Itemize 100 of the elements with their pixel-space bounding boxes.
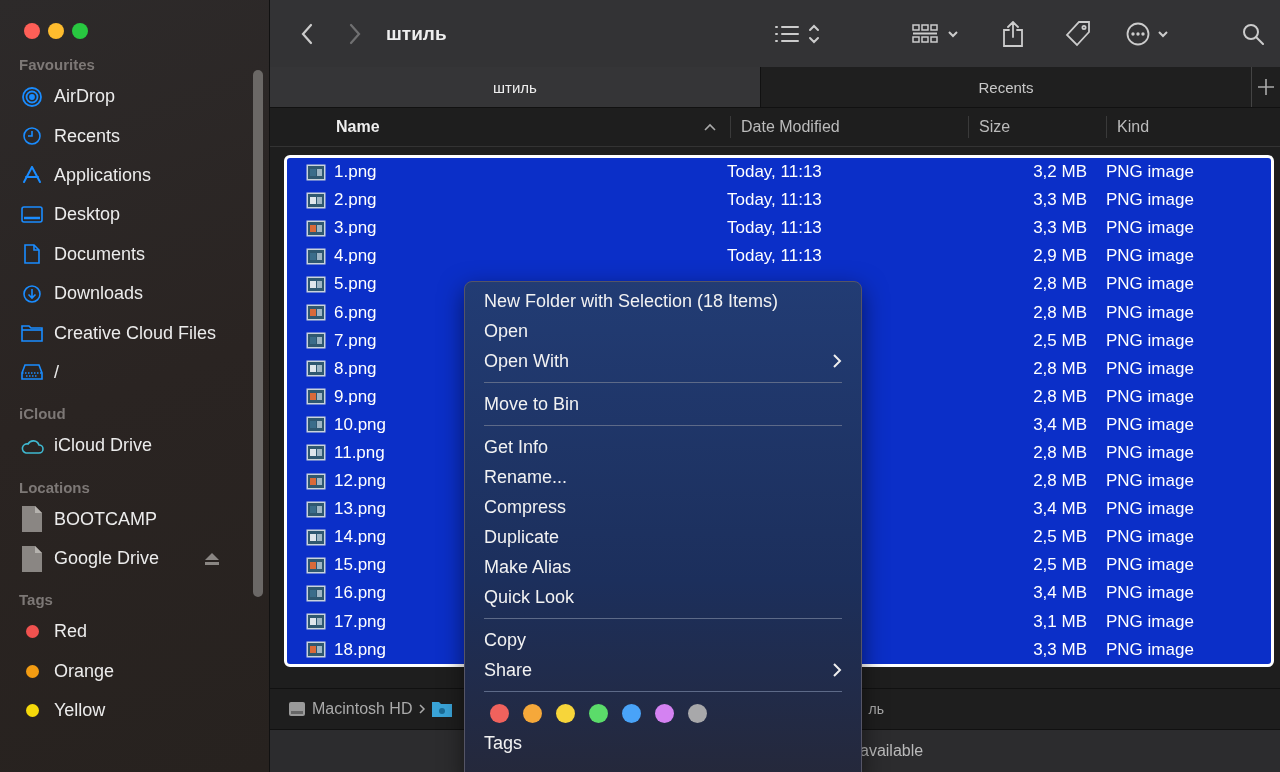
file-name[interactable]: 3.png (334, 218, 377, 239)
menu-item[interactable]: Duplicate (484, 522, 842, 552)
file-name[interactable]: 15.png (334, 555, 386, 576)
minimize-button[interactable] (48, 23, 64, 39)
date-modified: Today, 11:13 (727, 218, 822, 238)
file-size: 2,5 MB (1033, 330, 1087, 350)
path-item[interactable]: Macintosh HD (312, 700, 413, 718)
sidebar-item[interactable]: Creative Cloud Files (54, 322, 217, 344)
tag-color-dot[interactable] (523, 703, 542, 723)
file-name[interactable]: 13.png (334, 499, 386, 520)
section-header: iCloud (18, 404, 67, 425)
file-name[interactable]: 9.png (334, 386, 377, 407)
file-size: 3,2 MB (1033, 162, 1087, 182)
file-kind: PNG image (1106, 611, 1194, 631)
eject-icon[interactable] (205, 552, 219, 565)
file-name[interactable]: 10.png (334, 414, 386, 435)
menu-item[interactable]: Share (484, 655, 842, 685)
file-name[interactable]: 8.png (334, 358, 377, 379)
zoom-button[interactable] (72, 23, 88, 39)
menu-item[interactable]: Copy (484, 625, 842, 655)
menu-item[interactable]: Tags (484, 728, 842, 758)
column-header[interactable]: Date Modified (730, 116, 968, 138)
sidebar-item[interactable]: Downloads (54, 283, 144, 305)
file-name[interactable]: 5.png (334, 274, 377, 295)
search-icon[interactable] (1242, 22, 1264, 45)
tab[interactable]: штиль (270, 67, 760, 107)
menu-item[interactable]: Compress (484, 492, 842, 522)
file-name[interactable]: 14.png (334, 527, 386, 548)
menu-item[interactable]: Make Alias (484, 552, 842, 582)
column-header[interactable]: Size (968, 116, 1106, 138)
file-kind: PNG image (1106, 499, 1194, 519)
window-title: штиль (386, 22, 447, 45)
add-tab-icon[interactable] (1258, 79, 1274, 95)
document-icon (22, 506, 42, 533)
menu-item[interactable]: Get Info (484, 432, 842, 462)
file-name[interactable]: 16.png (334, 583, 386, 604)
sidebar-item[interactable]: iCloud Drive (54, 435, 153, 457)
file-kind: PNG image (1106, 358, 1194, 378)
image-thumbnail-icon (306, 556, 326, 574)
column-header[interactable]: Kind (1106, 116, 1150, 138)
file-name[interactable]: 6.png (334, 302, 377, 323)
file-name[interactable]: 7.png (334, 330, 377, 351)
tag-color-dot[interactable] (688, 703, 707, 723)
file-name[interactable]: 18.png (334, 639, 386, 660)
menu-item[interactable]: New Folder with Selection (18 Items) (484, 286, 842, 316)
close-button[interactable] (24, 23, 40, 39)
section-header: Locations (18, 477, 91, 498)
menu-item[interactable]: Rename... (484, 462, 842, 492)
folder-icon[interactable] (432, 701, 453, 717)
file-kind: PNG image (1106, 555, 1194, 575)
clock-icon (22, 126, 42, 147)
chevron-right-icon (832, 662, 842, 678)
hard-drive-icon[interactable] (288, 700, 306, 718)
file-size: 3,3 MB (1033, 218, 1087, 238)
chevron-right-icon (832, 353, 842, 369)
sidebar-item[interactable]: Desktop (54, 204, 121, 226)
file-kind: PNG image (1106, 274, 1194, 294)
menu-item[interactable]: Open With (484, 346, 842, 376)
path-item[interactable]: ль (868, 701, 884, 717)
image-thumbnail-icon (306, 275, 326, 293)
tag-color-dot[interactable] (622, 703, 641, 723)
sidebar-item[interactable]: Red (54, 621, 88, 643)
file-size: 2,8 MB (1033, 302, 1087, 322)
column-header[interactable]: Name (270, 116, 730, 138)
file-size: 2,8 MB (1033, 358, 1087, 378)
back-icon[interactable] (300, 21, 314, 46)
file-name[interactable]: 4.png (334, 246, 377, 267)
sidebar-item[interactable]: BOOTCAMP (54, 508, 157, 530)
sidebar-item[interactable]: / (54, 361, 59, 383)
file-kind: PNG image (1106, 443, 1194, 462)
forward-icon[interactable] (348, 21, 362, 46)
file-kind: PNG image (1106, 639, 1194, 659)
share-icon[interactable] (1002, 20, 1024, 47)
chevron-right-icon (418, 703, 427, 715)
sidebar-item[interactable]: Documents (54, 243, 146, 265)
file-name[interactable]: 11.png (334, 443, 385, 463)
menu-item[interactable]: Quick Look (484, 582, 842, 612)
file-size: 2,8 MB (1033, 386, 1087, 406)
sidebar-item[interactable]: Google Drive (54, 548, 160, 570)
tag-color-dot[interactable] (655, 703, 674, 723)
tag-color-dot[interactable] (589, 703, 608, 723)
sidebar-item[interactable]: Orange (54, 660, 115, 682)
tag-color-dot[interactable] (556, 703, 575, 723)
file-size: 3,4 MB (1033, 414, 1087, 434)
file-size: 2,9 MB (1033, 246, 1087, 266)
file-name[interactable]: 2.png (334, 190, 377, 211)
sidebar-item[interactable]: Recents (54, 125, 121, 147)
file-name[interactable]: 17.png (334, 611, 386, 632)
menu-item[interactable]: Open (484, 316, 842, 346)
menu-item[interactable]: Move to Bin (484, 389, 842, 419)
sidebar-item[interactable]: Applications (54, 164, 152, 186)
tag-color-dot[interactable] (490, 703, 509, 723)
image-thumbnail-icon (306, 247, 326, 265)
file-name[interactable]: 12.png (334, 471, 386, 492)
scrollbar[interactable] (253, 70, 263, 597)
sidebar-item[interactable]: AirDrop (54, 86, 115, 108)
tag-icon[interactable] (1064, 19, 1092, 48)
file-name[interactable]: 1.png (334, 162, 377, 183)
sidebar-item[interactable]: Yellow (54, 700, 106, 722)
section-header: Tags (18, 590, 54, 611)
